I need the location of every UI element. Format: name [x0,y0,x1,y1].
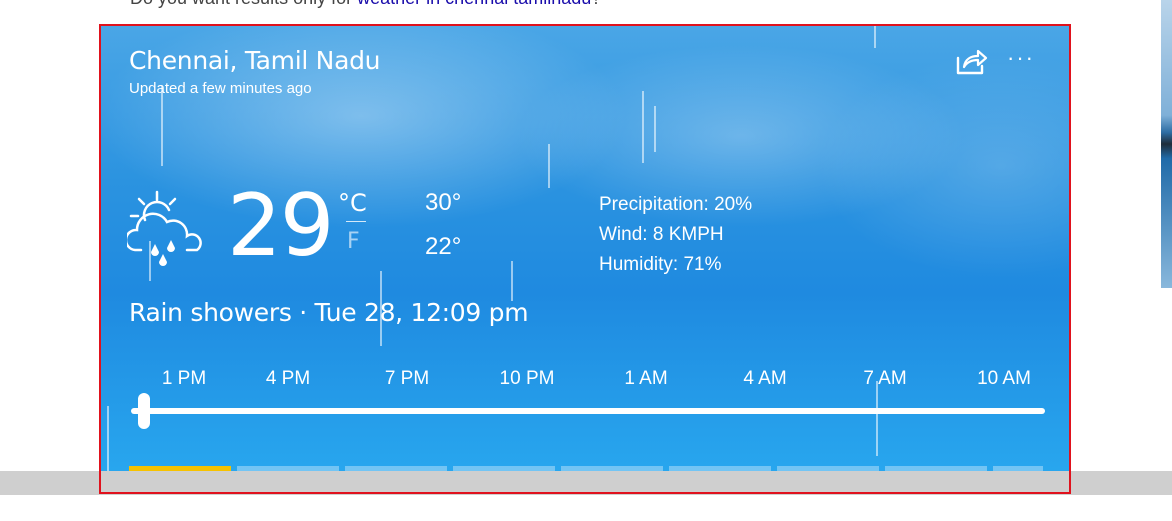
humidity-label: Humidity: 71% [599,254,722,275]
hour-label: 7 AM [863,368,907,389]
high-temperature: 30° [425,189,462,216]
unit-celsius-toggle[interactable]: °C [338,189,367,217]
did-you-mean-prefix: Do you want results only for [130,0,357,8]
did-you-mean-line: Do you want results only for weather in … [130,0,601,9]
precipitation-label: Precipitation: 20% [599,194,753,215]
hour-label: 7 PM [384,368,430,389]
share-icon[interactable] [954,46,988,76]
rain-streak [654,106,656,152]
hour-label: 4 PM [265,368,311,389]
cloud-sun-rain-icon [124,188,207,268]
rain-streak [548,144,550,188]
unit-divider [346,221,366,222]
low-temperature: 22° [425,233,462,260]
time-slider-thumb[interactable] [138,393,150,429]
gray-bottom-bar [0,471,1172,495]
rain-streak [107,406,109,471]
more-options-icon[interactable]: ··· [1004,47,1038,74]
side-image [1161,0,1172,288]
hour-label: 1 AM [624,368,668,389]
rain-streak [161,86,163,166]
did-you-mean-suffix: ? [591,0,601,8]
location-title: Chennai, Tamil Nadu [129,46,381,75]
hourly-timeline: 1 PM 4 PM 7 PM 10 PM 1 AM 4 AM 7 AM 10 A… [129,368,1049,392]
wind-label: Wind: 8 KMPH [599,224,724,245]
did-you-mean-link[interactable]: weather in chennai tamilnadu [357,0,591,8]
hour-label: 10 AM [977,368,1031,389]
weather-details: Precipitation: 20% Wind: 8 KMPH Humidity… [599,190,752,280]
updated-label: Updated a few minutes ago [129,80,312,97]
time-slider-track[interactable] [131,408,1045,414]
unit-fahrenheit-toggle[interactable]: F [347,229,360,254]
rain-streak [874,26,876,48]
condition-and-time: Rain showers · Tue 28, 12:09 pm [129,298,529,327]
rain-streak [876,381,878,456]
hour-label: 10 PM [499,368,555,389]
current-temperature: 29 [227,176,334,276]
hour-label: 4 AM [743,368,787,389]
hour-label: 1 PM [161,368,207,389]
rain-streak [511,261,513,301]
rain-streak [642,91,644,163]
weather-card: Chennai, Tamil Nadu Updated a few minute… [101,26,1069,471]
